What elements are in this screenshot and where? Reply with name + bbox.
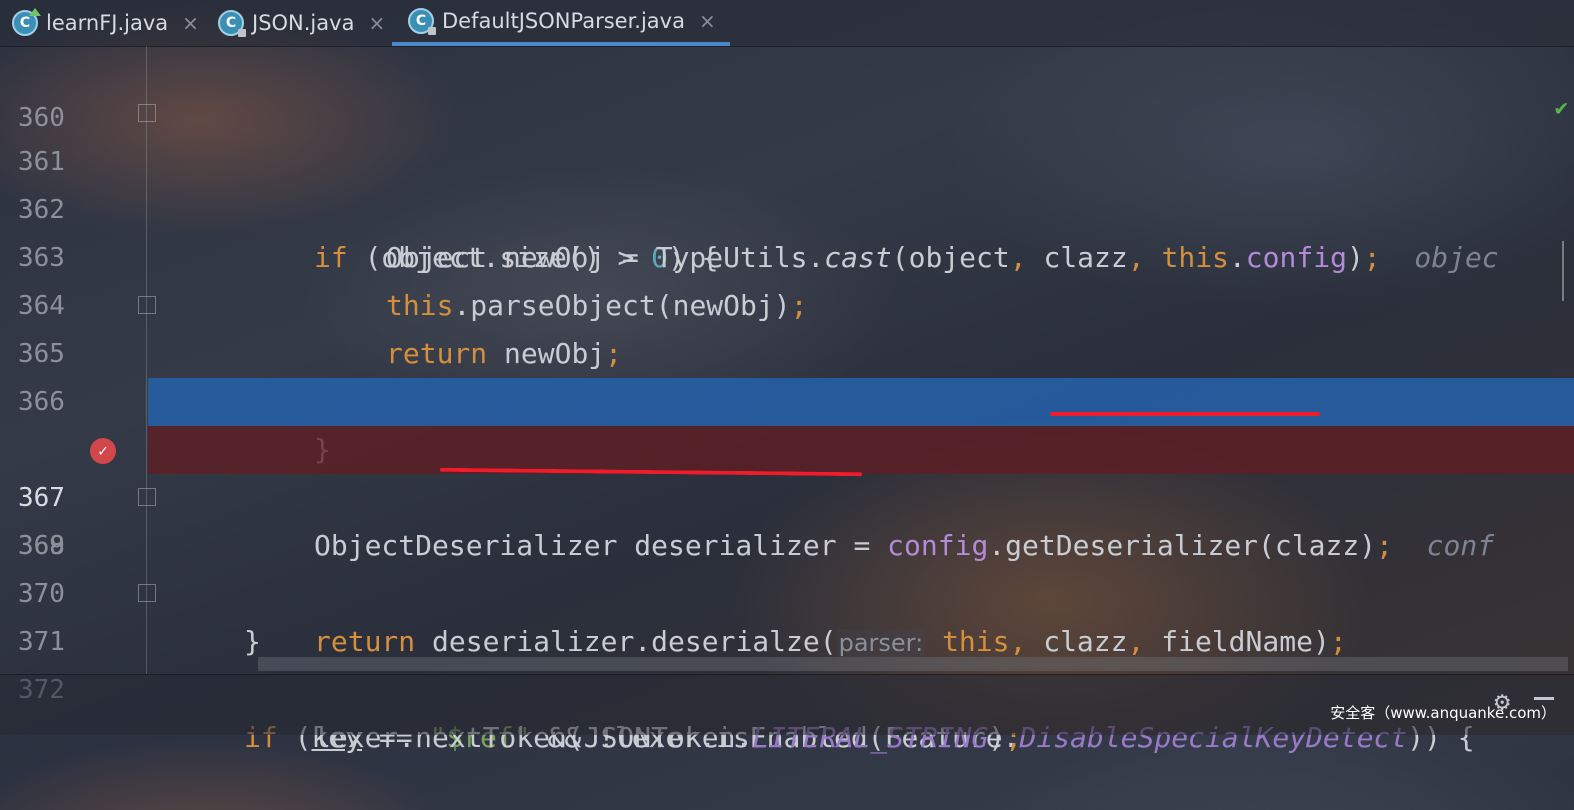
code-line: 364 return newObj; (0, 234, 1574, 370)
java-class-icon: C (218, 10, 246, 37)
code-line: 371 if (key == "$ref" && !lexer.isEnable… (0, 570, 1574, 754)
watermark: 安全客（www.anquanke.com） (1330, 704, 1556, 722)
editor-tab-bar: C learnFJ.java × C JSON.java × C Default… (0, 0, 1574, 47)
close-icon[interactable]: × (182, 11, 199, 35)
code-line: 365 } (0, 282, 1574, 466)
annotation-underline (1050, 412, 1320, 416)
minimize-icon[interactable] (1534, 697, 1554, 700)
fold-icon[interactable] (138, 296, 156, 314)
tab-defaultjsonparser[interactable]: C DefaultJSONParser.java × (392, 0, 730, 46)
close-icon[interactable]: × (699, 9, 716, 33)
code-line: 366 (0, 330, 1574, 417)
tab-json[interactable]: C JSON.java × (218, 0, 385, 46)
close-icon[interactable]: × (368, 11, 385, 35)
execution-line-highlight (148, 378, 1574, 426)
tab-label: JSON.java (252, 11, 355, 35)
breakpoint-icon[interactable]: ✓ (90, 438, 116, 464)
code-line-breakpoint: 368 ✓ return deserializer.deserialze(par… (0, 426, 1574, 658)
code-line: 360 (0, 46, 1574, 133)
code-line: 370 (0, 522, 1574, 609)
fold-icon[interactable] (138, 584, 156, 602)
tab-label: DefaultJSONParser.java (442, 9, 685, 33)
fold-icon[interactable] (138, 104, 156, 122)
tab-label: learnFJ.java (46, 11, 169, 35)
code-line: 369 } (0, 474, 1574, 658)
code-line-current: 367 ObjectDeserializer deserializer = co… (0, 378, 1574, 562)
bottom-bar: ⚙ 安全客（www.anquanke.com） (0, 674, 1574, 735)
code-line: 361 if (object.size() > 0) { (0, 90, 1574, 274)
code-line: 362 Object newObj = TypeUtils.cast(objec… (0, 138, 1574, 274)
tab-learnfj[interactable]: C learnFJ.java × (12, 0, 199, 46)
breakpoint-line-highlight (148, 426, 1574, 474)
horizontal-scrollbar[interactable] (258, 657, 1568, 671)
code-line: 363 this.parseObject(newObj); (0, 186, 1574, 322)
code-editor[interactable]: ✔ 360 361 if (object.size() > 0) { 362 O… (0, 46, 1574, 754)
fold-icon[interactable] (138, 488, 156, 506)
java-class-icon: C (408, 8, 436, 35)
java-class-icon: C (12, 8, 41, 36)
